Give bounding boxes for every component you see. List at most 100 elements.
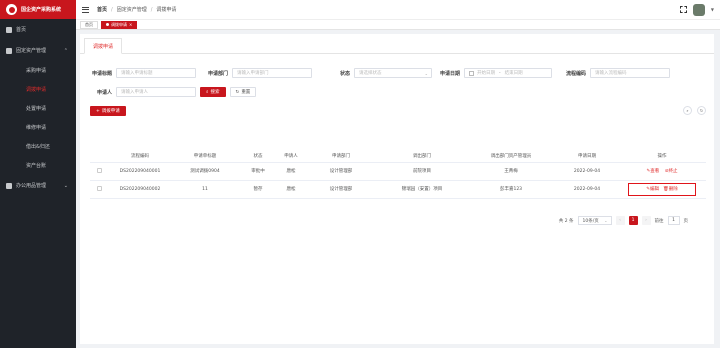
- delete-button[interactable]: 🗑删除: [663, 186, 678, 192]
- sidebar-item-purchase[interactable]: 采购申请: [0, 61, 76, 80]
- sidebar-item-label: 首页: [16, 27, 27, 33]
- op-label: 终止: [668, 169, 678, 174]
- tag-home[interactable]: 首页: [80, 20, 98, 29]
- transfer-table: 流程编码 申请单标题 状态 申请人 申请部门 调出部门 调出部门资产管理员 申请…: [90, 150, 706, 199]
- goto-label: 前往: [654, 218, 664, 224]
- sidebar-group-office-supplies[interactable]: 办公用品管理 ⌄: [0, 175, 76, 196]
- chevron-down-icon: ⌄: [424, 70, 428, 76]
- goto-input[interactable]: 1: [667, 216, 680, 225]
- dept-label: 申请部门: [207, 70, 228, 77]
- cell: 唐松: [278, 162, 304, 181]
- date-range-input[interactable]: 开始日期 - 结束日期: [464, 68, 552, 78]
- reset-button[interactable]: ↻ 重置: [229, 87, 257, 97]
- placeholder: 请输入申请部门: [237, 71, 269, 76]
- menu-toggle-icon[interactable]: [82, 6, 89, 13]
- logo: [6, 4, 17, 15]
- sidebar-item-label: 办公用品管理: [16, 183, 47, 189]
- dept-input[interactable]: 请输入申请部门: [232, 68, 312, 78]
- title-input[interactable]: 请输入申请标题: [116, 68, 196, 78]
- edit-button[interactable]: ✎编辑: [646, 186, 659, 192]
- actions-cell: ✎编辑 🗑删除: [618, 180, 706, 199]
- button-label: 调拨申请: [101, 109, 120, 114]
- sidebar: 国企资产采购系统 首页 固定资产管理 ⌃ 采购申请 调拨申请 处置申请 维修申请…: [0, 0, 76, 348]
- cell: 2022-09-04: [556, 180, 618, 199]
- brand: 国企资产采购系统: [0, 0, 76, 19]
- cell: 审批中: [238, 162, 278, 181]
- chevron-up-icon: ⌃: [63, 47, 68, 54]
- actions-cell: ✎查看 ⊘终止: [618, 162, 706, 181]
- tags-view: 首页 调拨申请 ×: [76, 19, 720, 30]
- placeholder: 请输入申请人: [121, 90, 148, 95]
- cell: DS202209040001: [108, 162, 172, 181]
- op-label: 删除: [668, 187, 678, 192]
- status-label: 状态: [339, 70, 350, 77]
- tag-label: 调拨申请: [111, 21, 127, 27]
- total-count: 共 2 条: [558, 218, 574, 224]
- plus-icon: +: [96, 108, 100, 114]
- breadcrumb-item[interactable]: 首页: [97, 7, 107, 13]
- sidebar-item-transfer[interactable]: 调拨申请: [0, 80, 76, 99]
- highlight-box: ✎编辑 🗑删除: [628, 182, 696, 196]
- sidebar-group-fixed-assets[interactable]: 固定资产管理 ⌃: [0, 40, 76, 61]
- applicant-input[interactable]: 请输入申请人: [116, 87, 196, 97]
- breadcrumb-item: 调拨申请: [156, 7, 177, 13]
- flow-label: 流程编码: [565, 70, 586, 77]
- tab-transfer[interactable]: 调拨申请: [84, 38, 123, 54]
- next-page-button[interactable]: ›: [641, 216, 651, 225]
- tag-transfer[interactable]: 调拨申请 ×: [101, 20, 138, 29]
- prev-page-button[interactable]: ‹: [615, 216, 625, 225]
- col-header: 操作: [618, 150, 706, 163]
- form-row-1: 申请标题 请输入申请标题 申请部门 请输入申请部门 状态 请选择状态 ⌄ 申请日期…: [88, 68, 670, 78]
- search-toggle-icon[interactable]: ⌕: [683, 106, 692, 115]
- table-header-row: 流程编码 申请单标题 状态 申请人 申请部门 调出部门 调出部门资产管理员 申请…: [90, 150, 706, 163]
- view-button[interactable]: ✎查看: [647, 169, 660, 174]
- search-icon: ⌕: [206, 90, 209, 95]
- checkbox[interactable]: [96, 167, 102, 173]
- sidebar-item-repair[interactable]: 维修申请: [0, 118, 76, 137]
- col-header: 申请部门: [304, 150, 378, 163]
- row-checkbox-cell[interactable]: [90, 162, 108, 181]
- sidebar-item-disposal[interactable]: 处置申请: [0, 99, 76, 118]
- pagination: 共 2 条 10条/页 ⌄ ‹ 1 › 前往 1 页: [559, 216, 688, 225]
- select-all-cell[interactable]: [90, 150, 108, 163]
- cell: 设计管理部: [304, 162, 378, 181]
- app-title: 国企资产采购系统: [21, 7, 62, 13]
- terminate-button[interactable]: ⊘终止: [665, 169, 678, 174]
- button-label: 重置: [241, 90, 251, 95]
- sidebar-item-home[interactable]: 首页: [0, 19, 76, 40]
- sidebar-item-lend-return[interactable]: 借出&归还: [0, 137, 76, 156]
- page-size-select[interactable]: 10条/页 ⌄: [577, 216, 612, 225]
- op-label: 查看: [650, 169, 660, 174]
- avatar[interactable]: [692, 3, 705, 16]
- status-select[interactable]: 请选择状态 ⌄: [354, 68, 432, 78]
- flow-input[interactable]: 请输入流程编码: [590, 68, 670, 78]
- checkbox[interactable]: [96, 185, 102, 191]
- breadcrumb: 首页 / 固定资产管理 / 调拨申请: [97, 7, 177, 13]
- sidebar-item-ledger[interactable]: 资产台账: [0, 156, 76, 175]
- page-unit: 页: [683, 218, 689, 224]
- col-header: 状态: [238, 150, 278, 163]
- add-transfer-button[interactable]: + 调拨申请: [90, 106, 126, 116]
- main-card: 调拨申请 申请标题 请输入申请标题 申请部门 请输入申请部门 状态 请选择状态 ⌄…: [80, 34, 714, 344]
- page-number-current[interactable]: 1: [628, 216, 638, 225]
- op-label: 编辑: [650, 187, 660, 192]
- table-row: DS202209040002 11 暂存 唐松 设计管理部 锦瑞园（安置）项目 …: [90, 180, 706, 199]
- placeholder: 请输入申请标题: [121, 71, 153, 76]
- caret-down-icon[interactable]: ▼: [711, 7, 714, 12]
- col-header: 申请人: [278, 150, 304, 163]
- form-row-2: 申请人 请输入申请人 ⌕ 搜索 ↻ 重置: [88, 87, 257, 97]
- search-button[interactable]: ⌕ 搜索: [200, 87, 226, 97]
- cell: 唐松: [278, 180, 304, 199]
- close-icon[interactable]: ×: [129, 22, 132, 27]
- col-header: 流程编码: [108, 150, 172, 163]
- col-header: 调出部门资产管理员: [466, 150, 556, 163]
- fullscreen-icon[interactable]: [679, 6, 687, 13]
- placeholder: 请选择状态: [359, 71, 382, 76]
- placeholder: 请输入流程编码: [595, 71, 627, 76]
- row-checkbox-cell[interactable]: [90, 180, 108, 199]
- refresh-icon[interactable]: ↻: [697, 106, 706, 115]
- date-sep: -: [499, 70, 501, 76]
- chevron-down-icon: ⌄: [604, 218, 608, 223]
- page-size-value: 10条/页: [582, 218, 599, 224]
- date-start: 开始日期: [477, 71, 495, 76]
